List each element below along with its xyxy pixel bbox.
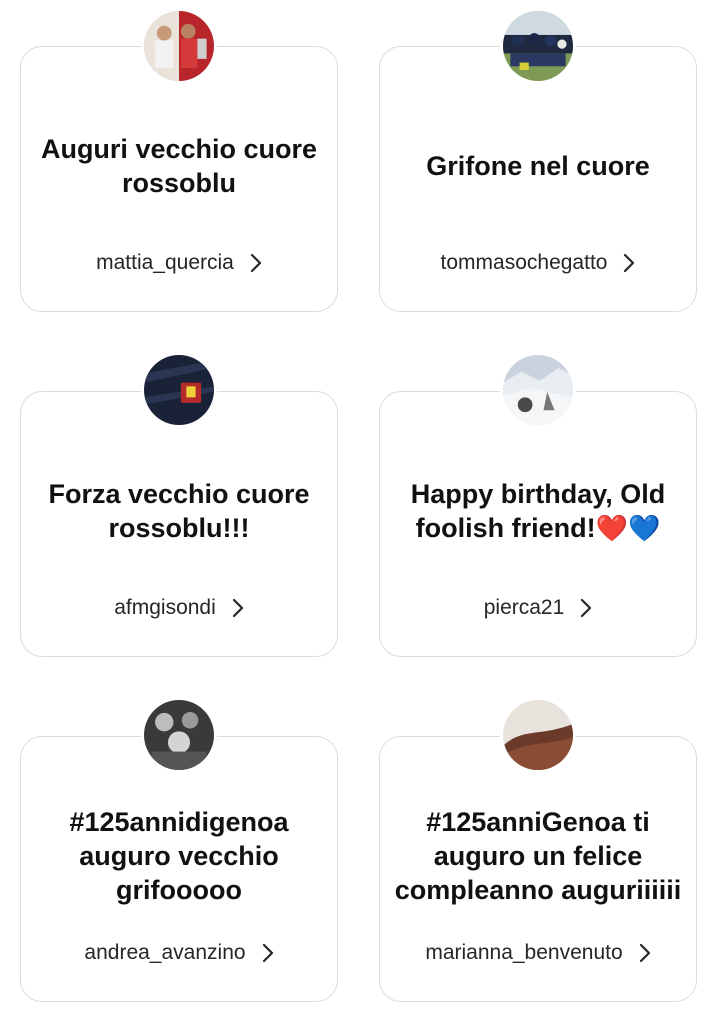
avatar[interactable] xyxy=(141,8,217,84)
avatar[interactable] xyxy=(500,8,576,84)
author-link[interactable]: afmgisondi xyxy=(21,596,337,620)
blue-heart-emoji: 💙 xyxy=(627,513,661,543)
author-link[interactable]: marianna_benvenuto xyxy=(380,941,696,965)
message-text: #125annidigenoa auguro vecchio grifooooo xyxy=(69,807,289,905)
chevron-right-icon xyxy=(581,598,592,618)
avatar[interactable] xyxy=(500,352,576,428)
avatar[interactable] xyxy=(141,352,217,428)
avatar[interactable] xyxy=(141,697,217,773)
chevron-right-icon xyxy=(639,943,650,963)
message-card[interactable]: Auguri vecchio cuore rossoblu mattia_que… xyxy=(20,46,338,312)
message-text: Auguri vecchio cuore rossoblu xyxy=(40,134,318,198)
author-link[interactable]: tommasochegatto xyxy=(380,251,696,275)
author-link[interactable]: mattia_quercia xyxy=(21,251,337,275)
red-heart-emoji: ❤️ xyxy=(595,513,628,543)
chevron-right-icon xyxy=(250,253,261,273)
username: mattia_quercia xyxy=(96,251,234,274)
message-card[interactable]: Happy birthday, Old foolish friend!❤️💙 p… xyxy=(379,391,697,657)
author-link[interactable]: andrea_avanzino xyxy=(21,941,337,965)
username: andrea_avanzino xyxy=(84,941,246,964)
message-card[interactable]: #125anniGenoa ti auguro un felice comple… xyxy=(379,736,697,1002)
message-card[interactable]: Forza vecchio cuore rossoblu!!! afmgison… xyxy=(20,391,338,657)
message-text: #125anniGenoa ti auguro un felice comple… xyxy=(394,807,682,905)
message-text: Grifone nel cuore xyxy=(426,151,650,181)
message-card[interactable]: #125annidigenoa auguro vecchio grifooooo… xyxy=(20,736,338,1002)
message-text: Forza vecchio cuore rossoblu!!! xyxy=(48,479,310,543)
username: marianna_benvenuto xyxy=(425,941,623,964)
chevron-right-icon xyxy=(232,598,243,618)
avatar[interactable] xyxy=(500,697,576,773)
chevron-right-icon xyxy=(624,253,635,273)
chevron-right-icon xyxy=(262,943,273,963)
username: tommasochegatto xyxy=(440,251,608,274)
username: pierca21 xyxy=(483,596,565,619)
message-text: Happy birthday, Old foolish friend!❤️💙 xyxy=(394,426,682,596)
author-link[interactable]: pierca21 xyxy=(380,596,696,620)
username: afmgisondi xyxy=(114,596,216,619)
message-card[interactable]: Grifone nel cuore tommasochegatto xyxy=(379,46,697,312)
